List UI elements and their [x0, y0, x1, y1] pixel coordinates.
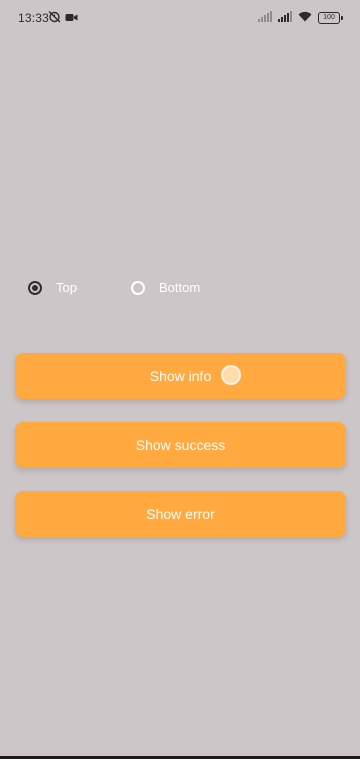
- radio-top-checked-icon[interactable]: [28, 280, 42, 295]
- status-time: 13:33: [18, 11, 50, 25]
- radio-bottom-unchecked-icon[interactable]: [131, 280, 145, 295]
- radio-option-bottom[interactable]: Bottom: [131, 280, 200, 295]
- signal-icon: [278, 9, 292, 27]
- position-radio-group: Top Bottom: [28, 280, 328, 298]
- radio-top-label: Top: [56, 280, 77, 295]
- video-icon: [65, 10, 78, 28]
- battery-icon: 100: [318, 12, 343, 24]
- alarm-off-icon: [48, 10, 61, 28]
- show-success-button[interactable]: Show success: [15, 422, 346, 468]
- touch-indicator: [221, 365, 241, 385]
- show-error-button[interactable]: Show error: [15, 491, 346, 537]
- status-left-icons: [48, 10, 78, 28]
- wifi-icon: [298, 9, 312, 27]
- radio-option-top[interactable]: Top: [28, 280, 77, 295]
- signal-weak-icon: [258, 9, 272, 27]
- status-right-icons: 100: [258, 9, 343, 27]
- status-bar: 13:33 100: [0, 0, 360, 36]
- radio-bottom-label: Bottom: [159, 280, 201, 295]
- show-info-button[interactable]: Show info: [15, 353, 346, 399]
